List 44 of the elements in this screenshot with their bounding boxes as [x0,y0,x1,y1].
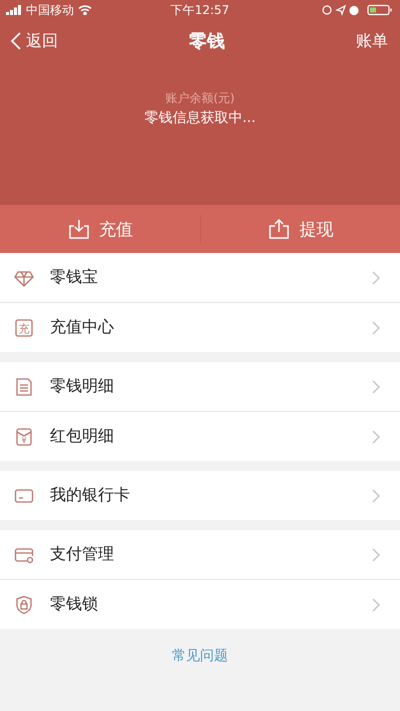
carrier-name: 中国移动 [26,2,74,18]
menu-row[interactable]: 零钱明细 [0,362,400,411]
back-label[interactable]: 返回 [26,30,58,52]
chevron-right-icon [372,320,380,334]
recharge-icon: 充 [14,318,34,338]
chevron-right-icon [372,270,380,284]
chevron-right-icon [372,488,380,502]
status-icons-drawing [322,4,394,16]
menu-label: 支付管理 [50,544,115,565]
bill-button[interactable]: 账单 [356,30,388,52]
upload-tray-icon [267,217,292,241]
menu-label: 零钱宝 [50,267,99,288]
balance-value: 零钱信息获取中... [144,109,256,127]
menu-row[interactable]: ¥ 红包明细 [0,411,400,461]
wifi-icon [78,5,92,15]
menu-row[interactable]: 零钱锁 [0,579,400,629]
envelope-icon: ¥ [14,426,34,446]
action-label[interactable]: 充值 [98,218,133,240]
menu-row[interactable]: 充 充值中心 [0,302,400,352]
menu-label: 红包明细 [50,426,115,447]
withdraw-button[interactable]: 提现 [200,205,400,253]
balance-label: 账户余额(元) [165,90,235,107]
chevron-right-icon [372,548,380,562]
document-icon [14,376,34,396]
chevron-right-icon [372,430,380,444]
download-tray-icon [66,217,91,241]
signal-icon [6,5,22,15]
status-time: 下午12:57 [170,2,230,18]
chevron-right-icon [372,380,380,394]
chevron-right-icon [372,598,380,612]
menu-label: 零钱明细 [50,376,115,397]
page-title: 零钱 [189,30,225,53]
menu-row[interactable]: 支付管理 [0,530,400,579]
menu-label: 充值中心 [50,317,115,338]
menu-row[interactable]: 我的银行卡 [0,471,400,520]
action-label[interactable]: 提现 [299,218,334,240]
shield-lock-icon [14,594,34,614]
menu-label: 零钱锁 [50,594,99,615]
back-button[interactable]: 返回 [10,30,58,52]
chevron-left-icon [10,31,22,51]
menu-row[interactable]: 零钱宝 [0,253,400,302]
menu-label: 我的银行卡 [50,485,131,506]
faq-link[interactable]: 常见问题 [172,647,228,665]
deposit-button[interactable]: 充值 [0,205,200,253]
